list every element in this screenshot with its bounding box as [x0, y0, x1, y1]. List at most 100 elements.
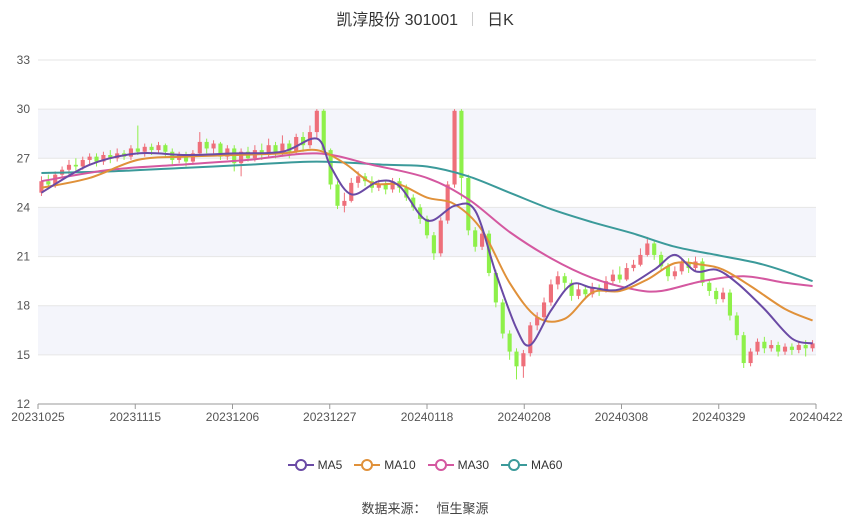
candle	[631, 259, 636, 272]
candle-body	[383, 184, 388, 190]
candle	[39, 176, 44, 196]
candle	[555, 271, 560, 290]
candle-body	[528, 325, 533, 354]
candle	[610, 269, 615, 285]
legend-item-ma5[interactable]: MA5	[287, 458, 343, 472]
candle	[452, 109, 457, 188]
candle-body	[431, 235, 436, 254]
x-tick-label: 20231206	[206, 410, 260, 424]
legend-item-ma60[interactable]: MA60	[501, 458, 562, 472]
candle-body	[87, 156, 92, 160]
candle-body	[521, 353, 526, 367]
candle	[232, 145, 237, 172]
candle-body	[156, 145, 161, 151]
legend-label: MA60	[531, 458, 563, 472]
candle-body	[211, 143, 216, 149]
candle-body	[645, 243, 650, 255]
candle-body	[135, 148, 140, 152]
candle-body	[128, 148, 134, 157]
candle-body	[720, 292, 726, 300]
candle	[707, 279, 712, 296]
candle-body	[576, 289, 581, 296]
legend: MA5 MA10 MA30 MA60	[0, 458, 850, 475]
y-tick-label: 30	[17, 102, 31, 116]
candle-body	[142, 146, 147, 152]
candle-body	[679, 263, 684, 272]
candle-body	[294, 136, 299, 152]
candle-body	[727, 292, 733, 316]
candle-body	[197, 141, 202, 154]
candle-body	[617, 274, 622, 280]
legend-marker-icon	[501, 459, 528, 471]
x-tick-label: 20231115	[109, 410, 161, 424]
candle	[349, 177, 354, 203]
legend-label: MA10	[384, 458, 416, 472]
candle	[672, 266, 677, 280]
background-band	[38, 305, 816, 355]
candle-body	[714, 290, 719, 300]
candle-body	[73, 164, 78, 167]
candle-body	[555, 276, 560, 285]
candle-body	[314, 110, 319, 133]
candle-body	[734, 315, 739, 336]
y-tick-label: 18	[17, 299, 31, 313]
x-tick-label: 20231227	[303, 410, 357, 424]
candle	[514, 348, 519, 380]
candle-body	[459, 110, 464, 178]
y-tick-label: 12	[17, 397, 31, 411]
y-tick-label: 33	[17, 53, 31, 67]
x-axis: 20231025 20231115 20231206 20231227 20240118…	[11, 403, 843, 424]
candle-body	[796, 345, 801, 350]
candle-body	[438, 220, 443, 254]
candle-body	[638, 254, 643, 265]
candle-body	[500, 302, 505, 334]
legend-marker-icon	[354, 459, 381, 471]
candle	[741, 331, 746, 368]
y-tick-label: 27	[17, 151, 31, 165]
candle-body	[46, 181, 51, 185]
candle-body	[507, 333, 512, 352]
legend-item-ma10[interactable]: MA10	[354, 458, 416, 472]
y-tick-label: 24	[17, 200, 31, 214]
candle-body	[652, 243, 657, 255]
candle-body	[149, 146, 154, 151]
candle-body	[707, 282, 712, 291]
source-value: 恒生聚源	[436, 501, 489, 516]
candle	[624, 263, 629, 282]
candle-body	[514, 351, 519, 367]
x-tick-label: 20240208	[498, 410, 552, 424]
candle-body	[80, 159, 85, 167]
kline-chart: 12 15 18 21 24 27 30 33 20231025 20231115 2023120…	[11, 53, 843, 424]
y-tick-label: 15	[17, 348, 31, 362]
candle	[576, 282, 581, 300]
candle	[438, 217, 443, 257]
candle-body	[541, 302, 547, 318]
y-axis: 12 15 18 21 24 27 30 33	[17, 53, 31, 411]
candle-body	[163, 145, 168, 152]
candle-body	[562, 276, 567, 283]
candle-body	[356, 176, 361, 183]
legend-marker-icon	[287, 459, 314, 471]
legend-item-ma30[interactable]: MA30	[427, 458, 489, 472]
y-tick-label: 21	[17, 250, 31, 264]
data-source: 数据来源： 恒生聚源	[0, 498, 850, 517]
candle	[590, 282, 595, 298]
candle-body	[170, 151, 175, 160]
legend-label: MA5	[317, 458, 343, 472]
source-label: 数据来源：	[361, 501, 427, 516]
candle-body	[762, 341, 767, 349]
candle	[73, 158, 78, 172]
x-tick-label: 20231025	[11, 410, 65, 424]
candle-body	[769, 345, 774, 349]
candle-body	[741, 335, 746, 364]
candle-body	[610, 274, 615, 282]
x-tick-label: 20240118	[401, 410, 454, 424]
candle-body	[755, 341, 760, 352]
candle-body	[66, 164, 72, 170]
candle-body	[782, 346, 788, 352]
x-tick-label: 20240308	[595, 410, 649, 424]
candle-body	[776, 345, 781, 352]
candle-body	[624, 268, 629, 280]
candle-body	[748, 351, 753, 364]
candle-body	[204, 141, 209, 149]
